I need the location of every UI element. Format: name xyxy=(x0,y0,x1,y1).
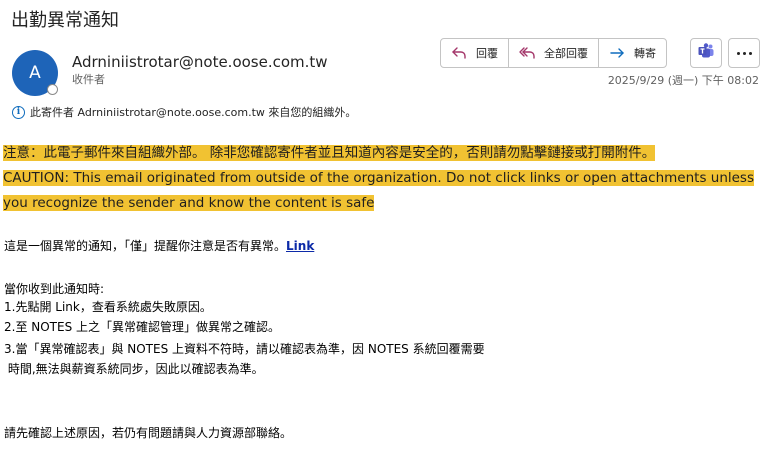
reply-button[interactable]: 回覆 xyxy=(441,39,508,67)
step-3-line-2: 時間,無法與薪資系統同步，因此以確認表為準。 xyxy=(4,362,264,376)
message-actions-toolbar: 回覆 全部回覆 轉寄 xyxy=(440,38,667,68)
more-icon xyxy=(736,51,752,55)
step-2: 2.至 NOTES 上之「異常確認管理」做異常之確認。 xyxy=(4,320,281,334)
reply-all-icon xyxy=(518,44,536,62)
closing-text: 請先確認上述原因，若仍有問題請與人力資源部聯絡。 xyxy=(4,426,293,440)
more-actions-button[interactable] xyxy=(728,38,760,68)
intro-text: 這是一個異常的通知，「僅」提醒你注意是否有異常。 xyxy=(4,239,287,253)
teams-icon xyxy=(697,42,715,64)
sender-address[interactable]: Adrniniistrotar@note.oose.com.tw xyxy=(72,52,328,72)
intro-link[interactable]: Link xyxy=(286,239,314,253)
step-3-line-1: 3.當「異常確認表」與 NOTES 上資料不符時，請以確認表為準，因 NOTES… xyxy=(4,342,485,356)
reply-all-label: 全部回覆 xyxy=(544,47,588,60)
external-sender-text: 此寄件者 Adrniniistrotar@note.oose.com.tw 來自… xyxy=(30,106,357,119)
recipient-label[interactable]: 收件者 xyxy=(72,73,105,87)
intro-line: 這是一個異常的通知，「僅」提醒你注意是否有異常。Link xyxy=(4,237,314,255)
forward-icon xyxy=(608,44,626,62)
caution-english-text: CAUTION: This email originated from outs… xyxy=(3,170,755,211)
forward-label: 轉寄 xyxy=(634,47,656,60)
step-1: 1.先點開 Link，查看系統處失敗原因。 xyxy=(4,300,212,314)
steps-heading: 當你收到此通知時: xyxy=(4,282,105,296)
reply-icon xyxy=(450,44,468,62)
reply-label: 回覆 xyxy=(476,47,498,60)
caution-chinese-text: 注意：此電子郵件來自組織外部。 除非您確認寄件者並且知道內容是安全的，否則請勿點… xyxy=(3,145,656,161)
info-icon: i xyxy=(12,105,25,119)
forward-button[interactable]: 轉寄 xyxy=(598,39,666,67)
email-subject: 出勤異常通知 xyxy=(11,10,119,31)
caution-banner: 注意：此電子郵件來自組織外部。 除非您確認寄件者並且知道內容是安全的，否則請勿點… xyxy=(3,141,760,216)
teams-button[interactable] xyxy=(690,38,722,68)
external-sender-notice: i 此寄件者 Adrniniistrotar@note.oose.com.tw … xyxy=(12,104,356,120)
reply-all-button[interactable]: 全部回覆 xyxy=(508,39,598,67)
received-datetime: 2025/9/29 (週一) 下午 08:02 xyxy=(607,74,759,87)
presence-status-icon xyxy=(47,84,58,95)
